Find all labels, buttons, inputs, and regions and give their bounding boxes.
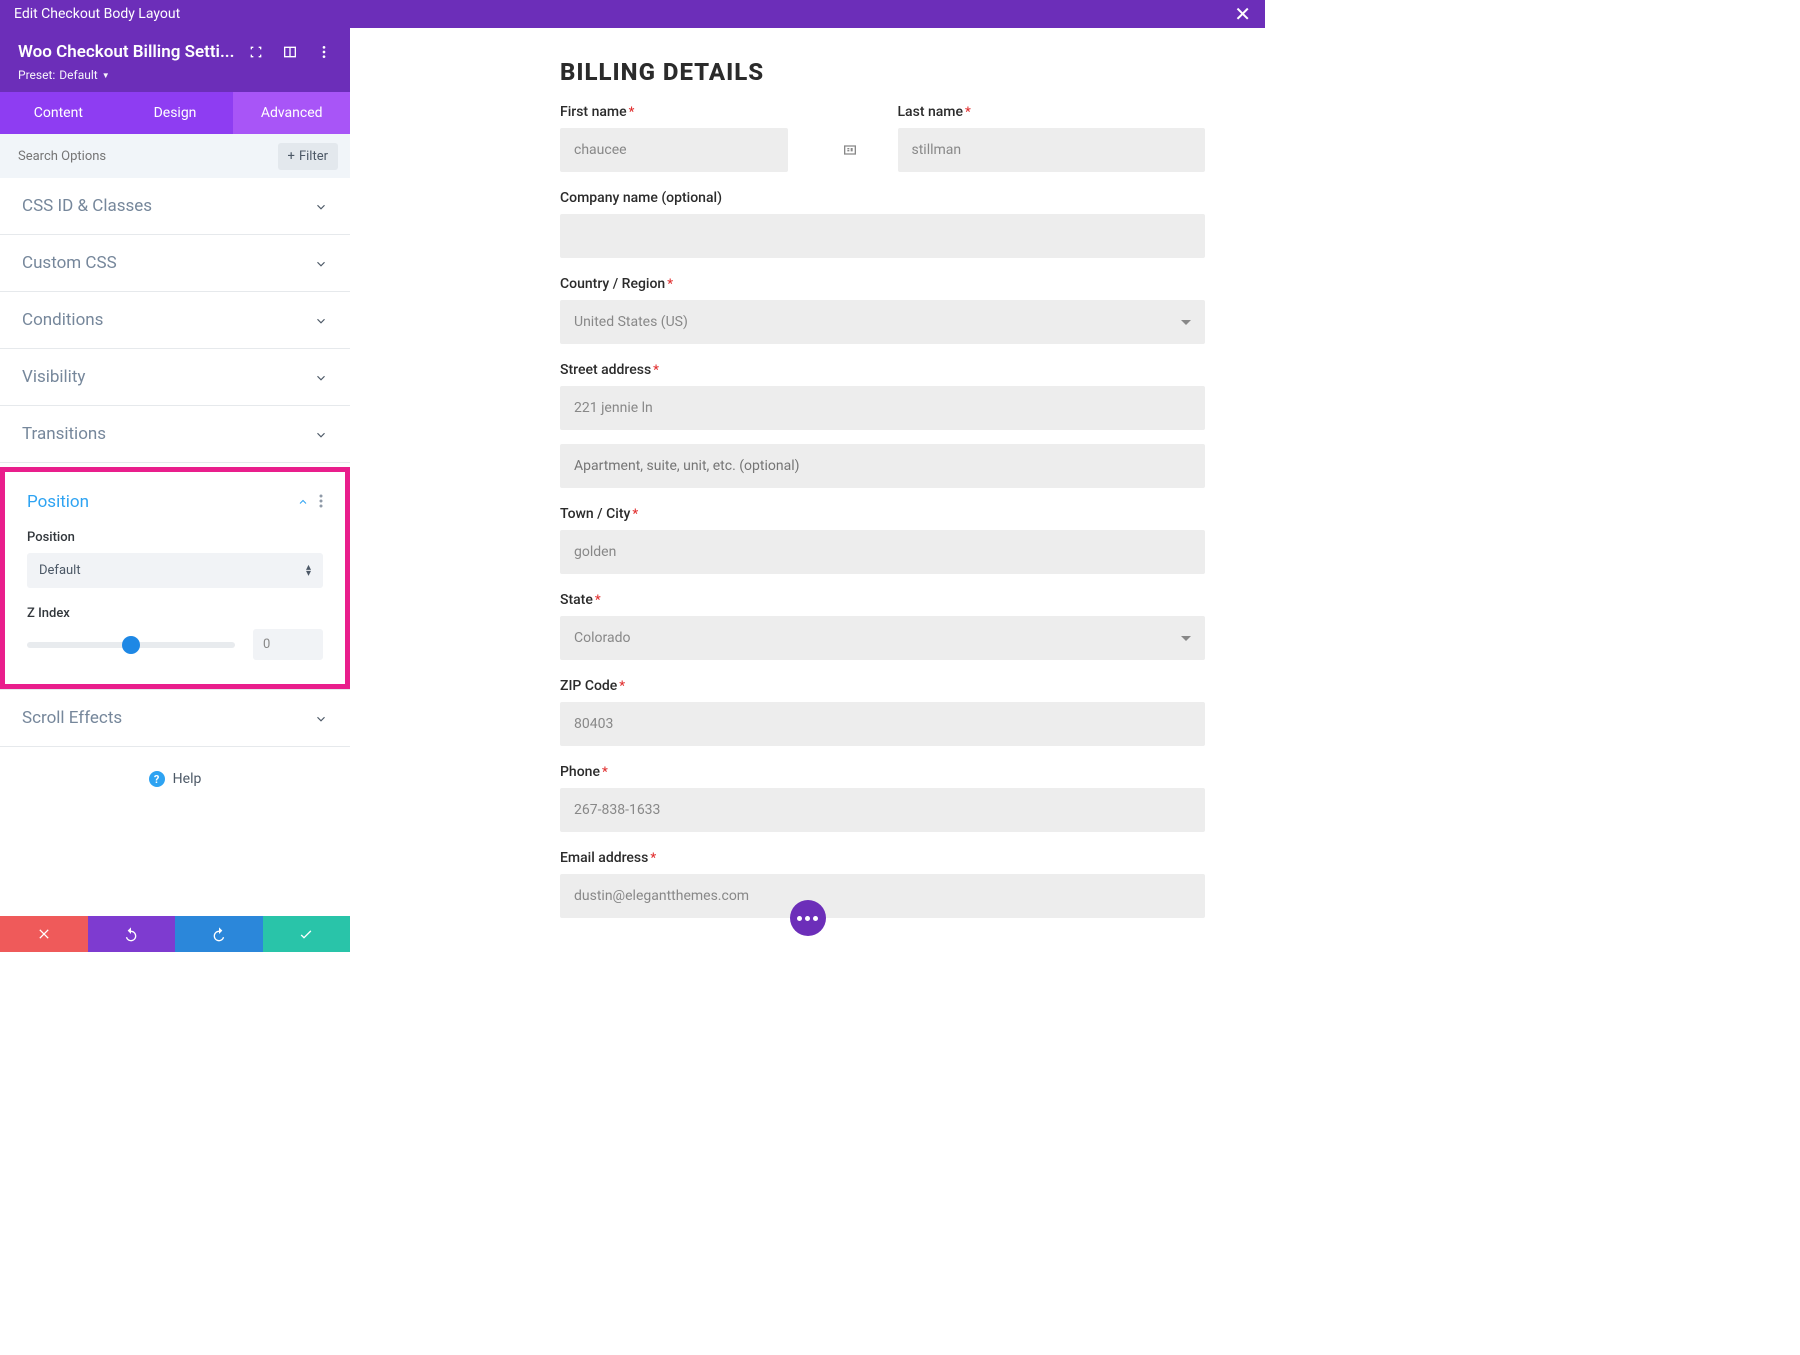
accordion-label: Visibility [22, 367, 85, 387]
email-field[interactable] [560, 874, 1205, 918]
save-button[interactable] [263, 916, 351, 952]
chevron-down-icon [314, 313, 328, 327]
cancel-button[interactable] [0, 916, 88, 952]
accordion-list: CSS ID & Classes Custom CSS Conditions V… [0, 178, 350, 952]
undo-button[interactable] [88, 916, 176, 952]
module-title: Woo Checkout Billing Setti... [18, 42, 234, 62]
last-name-field[interactable] [898, 128, 1206, 172]
state-value: Colorado [574, 630, 630, 646]
preview-pane: BILLING DETAILS First name* Last name* C… [350, 28, 1265, 952]
first-name-label: First name* [560, 104, 868, 120]
accordion-position: Position Position Default ▴▾ Z Index [5, 472, 345, 684]
preset-value: Default [59, 68, 97, 82]
contact-icon [842, 142, 858, 158]
accordion-label: Custom CSS [22, 253, 117, 273]
accordion-css-id[interactable]: CSS ID & Classes [0, 178, 350, 235]
state-label: State* [560, 592, 1205, 608]
chevron-down-icon [314, 711, 328, 725]
accordion-visibility[interactable]: Visibility [0, 349, 350, 406]
module-header: Woo Checkout Billing Setti... Preset: De… [0, 28, 350, 92]
plus-icon: + [288, 149, 295, 164]
last-name-label: Last name* [898, 104, 1206, 120]
position-value: Default [39, 563, 81, 578]
chevron-down-icon [314, 427, 328, 441]
redo-button[interactable] [175, 916, 263, 952]
tab-advanced[interactable]: Advanced [233, 92, 350, 134]
fab-button[interactable] [790, 900, 826, 936]
country-select[interactable]: United States (US) [560, 300, 1205, 344]
accordion-label: Transitions [22, 424, 106, 444]
tab-content[interactable]: Content [0, 92, 117, 134]
zindex-value[interactable]: 0 [253, 629, 323, 660]
chevron-down-icon [314, 199, 328, 213]
top-bar: Edit Checkout Body Layout ✕ [0, 0, 1265, 28]
chevron-down-icon [314, 370, 328, 384]
billing-heading: BILLING DETAILS [560, 58, 1205, 86]
phone-label: Phone* [560, 764, 1205, 780]
search-input[interactable] [18, 149, 278, 164]
top-bar-title: Edit Checkout Body Layout [14, 6, 180, 22]
country-label: Country / Region* [560, 276, 1205, 292]
position-title[interactable]: Position [27, 492, 89, 512]
more-icon[interactable] [316, 44, 332, 60]
accordion-label: Scroll Effects [22, 708, 122, 728]
tab-design[interactable]: Design [117, 92, 234, 134]
email-label: Email address* [560, 850, 1205, 866]
help-label: Help [173, 771, 202, 787]
company-label: Company name (optional) [560, 190, 1205, 206]
sidebar-panel: Woo Checkout Billing Setti... Preset: De… [0, 28, 350, 952]
close-icon[interactable]: ✕ [1234, 2, 1251, 26]
street-field[interactable] [560, 386, 1205, 430]
state-select[interactable]: Colorado [560, 616, 1205, 660]
zindex-field-label: Z Index [27, 606, 323, 621]
position-field-label: Position [27, 530, 323, 545]
caret-down-icon [1181, 320, 1191, 325]
accordion-custom-css[interactable]: Custom CSS [0, 235, 350, 292]
accordion-conditions[interactable]: Conditions [0, 292, 350, 349]
filter-button[interactable]: + Filter [278, 143, 338, 170]
street2-field[interactable] [560, 444, 1205, 488]
tabs: Content Design Advanced [0, 92, 350, 134]
panel-icon[interactable] [282, 44, 298, 60]
phone-field[interactable] [560, 788, 1205, 832]
dots-icon [797, 916, 818, 921]
preset-label: Preset: [18, 68, 55, 82]
street-label: Street address* [560, 362, 1205, 378]
chevron-up-icon[interactable] [297, 496, 309, 508]
company-field[interactable] [560, 214, 1205, 258]
accordion-transitions[interactable]: Transitions [0, 406, 350, 463]
search-row: + Filter [0, 134, 350, 178]
preset-selector[interactable]: Preset: Default ▼ [18, 68, 332, 82]
more-icon[interactable] [319, 493, 323, 512]
zip-field[interactable] [560, 702, 1205, 746]
position-highlight: Position Position Default ▴▾ Z Index [0, 467, 350, 689]
expand-icon[interactable] [248, 44, 264, 60]
zip-label: ZIP Code* [560, 678, 1205, 694]
position-select[interactable]: Default ▴▾ [27, 553, 323, 588]
chevron-down-icon [314, 256, 328, 270]
city-field[interactable] [560, 530, 1205, 574]
slider-thumb[interactable] [122, 636, 140, 654]
city-label: Town / City* [560, 506, 1205, 522]
accordion-label: Conditions [22, 310, 103, 330]
accordion-scroll-effects[interactable]: Scroll Effects [0, 689, 350, 747]
help-icon: ? [149, 771, 165, 787]
first-name-field[interactable] [560, 128, 788, 172]
footer-bar [0, 916, 350, 952]
filter-label: Filter [299, 149, 328, 164]
caret-down-icon: ▼ [102, 71, 110, 80]
updown-icon: ▴▾ [306, 565, 311, 577]
caret-down-icon [1181, 636, 1191, 641]
accordion-label: CSS ID & Classes [22, 196, 152, 216]
country-value: United States (US) [574, 314, 688, 330]
zindex-slider[interactable] [27, 642, 235, 648]
help-row[interactable]: ? Help [0, 747, 350, 811]
